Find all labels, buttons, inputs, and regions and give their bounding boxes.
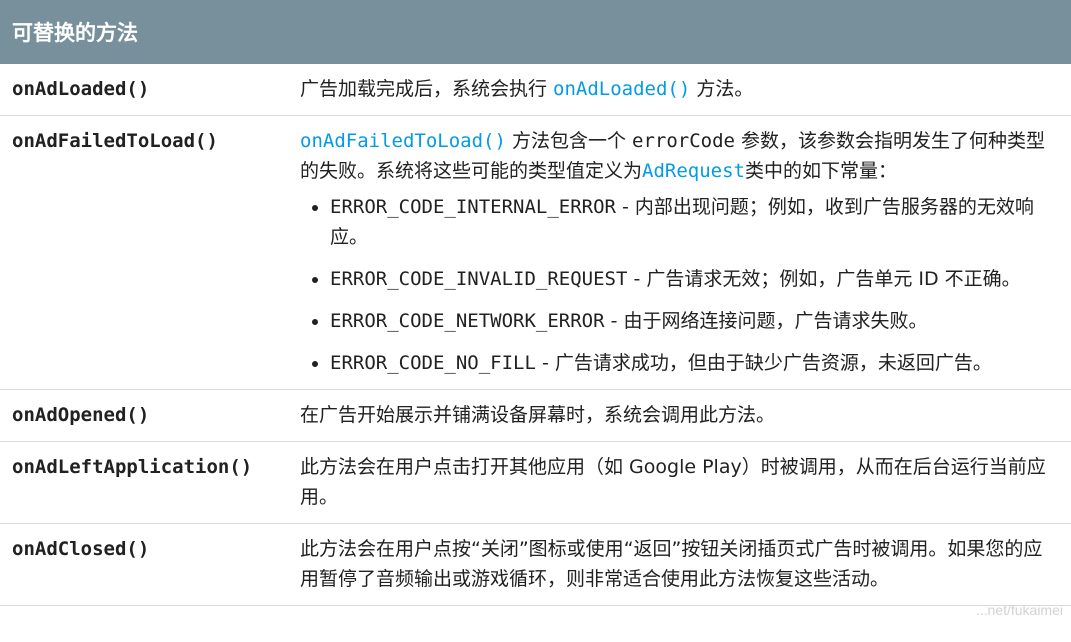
- error-description: - 广告请求无效；例如，广告单元 ID 不正确。: [627, 268, 1021, 290]
- list-item: ERROR_CODE_NO_FILL - 广告请求成功，但由于缺少广告资源，未返…: [330, 348, 1059, 378]
- onadloaded-link[interactable]: onAdLoaded(): [553, 78, 690, 100]
- description-paragraph: onAdFailedToLoad() 方法包含一个 errorCode 参数，该…: [300, 126, 1059, 186]
- table-row: onAdFailedToLoad() onAdFailedToLoad() 方法…: [0, 115, 1071, 390]
- table-row: onAdClosed() 此方法会在用户点按“关闭”图标或使用“返回”按钮关闭插…: [0, 523, 1071, 606]
- method-description: 广告加载完成后，系统会执行 onAdLoaded() 方法。: [288, 64, 1071, 116]
- watermark: ...net/fukaimei: [975, 602, 1063, 618]
- table-title: 可替换的方法: [12, 21, 138, 45]
- error-code-param: errorCode: [632, 130, 735, 152]
- method-description: 此方法会在用户点按“关闭”图标或使用“返回”按钮关闭插页式广告时被调用。如果您的…: [288, 523, 1071, 606]
- method-name: onAdLoaded(): [0, 64, 288, 116]
- table-header: 可替换的方法: [0, 0, 1071, 64]
- methods-table: onAdLoaded() 广告加载完成后，系统会执行 onAdLoaded() …: [0, 64, 1071, 606]
- description-text: 方法包含一个: [505, 130, 632, 152]
- error-constant: ERROR_CODE_INVALID_REQUEST: [330, 268, 628, 290]
- method-description: 此方法会在用户点击打开其他应用（如 Google Play）时被调用，从而在后台…: [288, 441, 1071, 524]
- description-text: 方法。: [690, 78, 754, 100]
- error-constant: ERROR_CODE_NETWORK_ERROR: [330, 310, 605, 332]
- list-item: ERROR_CODE_INVALID_REQUEST - 广告请求无效；例如，广…: [330, 264, 1059, 294]
- description-text: 广告加载完成后，系统会执行: [300, 78, 554, 100]
- method-description: onAdFailedToLoad() 方法包含一个 errorCode 参数，该…: [288, 115, 1071, 390]
- onadfailedtoload-link[interactable]: onAdFailedToLoad(): [300, 130, 506, 152]
- description-text: 类中的如下常量：: [744, 160, 897, 182]
- error-code-list: ERROR_CODE_INTERNAL_ERROR - 内部出现问题；例如，收到…: [300, 192, 1059, 378]
- table-row: onAdLoaded() 广告加载完成后，系统会执行 onAdLoaded() …: [0, 64, 1071, 116]
- method-name: onAdFailedToLoad(): [0, 115, 288, 390]
- adrequest-link[interactable]: AdRequest: [642, 160, 745, 182]
- table-row: onAdLeftApplication() 此方法会在用户点击打开其他应用（如 …: [0, 441, 1071, 524]
- list-item: ERROR_CODE_NETWORK_ERROR - 由于网络连接问题，广告请求…: [330, 306, 1059, 336]
- method-description: 在广告开始展示并铺满设备屏幕时，系统会调用此方法。: [288, 389, 1071, 442]
- list-item: ERROR_CODE_INTERNAL_ERROR - 内部出现问题；例如，收到…: [330, 192, 1059, 252]
- method-name: onAdOpened(): [0, 389, 288, 442]
- method-name: onAdClosed(): [0, 523, 288, 606]
- error-description: - 由于网络连接问题，广告请求失败。: [604, 310, 928, 332]
- error-constant: ERROR_CODE_NO_FILL: [330, 352, 536, 374]
- table-row: onAdOpened() 在广告开始展示并铺满设备屏幕时，系统会调用此方法。: [0, 389, 1071, 442]
- error-description: - 广告请求成功，但由于缺少广告资源，未返回广告。: [535, 352, 992, 374]
- error-constant: ERROR_CODE_INTERNAL_ERROR: [330, 196, 616, 218]
- method-name: onAdLeftApplication(): [0, 441, 288, 524]
